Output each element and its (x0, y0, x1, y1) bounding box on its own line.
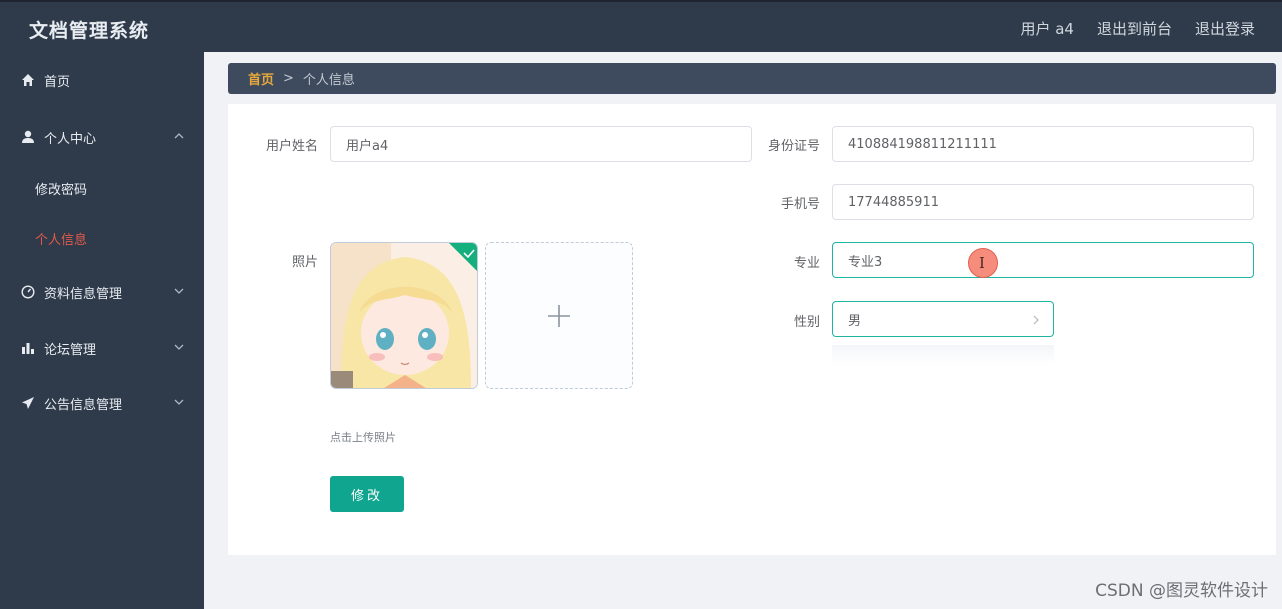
major-label: 专业 (793, 256, 820, 271)
app-title: 文档管理系统 (29, 20, 150, 42)
sidebar-item-label: 个人信息 (35, 232, 88, 248)
major-field[interactable]: 专业3 (832, 242, 1254, 278)
top-bar: 文档管理系统 用户 a4 退出到前台 退出登录 (0, 0, 1282, 52)
breadcrumb: 首页 > 个人信息 (228, 63, 1276, 94)
bar-chart-icon (20, 340, 36, 356)
sidebar-item-personal-info[interactable]: 个人信息 (0, 218, 204, 258)
upload-tip: 点击上传照片 (330, 431, 396, 444)
id-number-label: 身份证号 (767, 139, 820, 154)
gauge-icon (20, 284, 36, 300)
photo-preview[interactable] (330, 242, 478, 389)
sidebar-item-label: 公告信息管理 (44, 397, 123, 413)
phone-field[interactable]: 17744885911 (832, 184, 1254, 220)
dropdown-popup-edge (832, 345, 1054, 365)
back-to-front-link[interactable]: 退出到前台 (1097, 18, 1172, 39)
sidebar-item-home[interactable]: 首页 (0, 60, 204, 100)
breadcrumb-separator: > (283, 71, 294, 86)
sidebar-item-label: 首页 (44, 74, 71, 90)
avatar-image (331, 243, 477, 388)
top-links: 用户 a4 退出到前台 退出登录 (1020, 18, 1255, 39)
name-label: 用户姓名 (265, 139, 318, 154)
breadcrumb-home-link[interactable]: 首页 (248, 69, 274, 88)
chevron-up-icon (174, 133, 184, 139)
sidebar-item-forum-management[interactable]: 论坛管理 (0, 328, 204, 368)
gender-label: 性别 (793, 315, 820, 330)
sidebar-item-document-management[interactable]: 资料信息管理 (0, 272, 204, 312)
sidebar-item-personal-center[interactable]: 个人中心 (0, 117, 204, 157)
photo-label: 照片 (291, 255, 318, 270)
chevron-right-icon (1033, 315, 1039, 325)
submit-button[interactable]: 修改 (330, 476, 404, 512)
gender-select[interactable]: 男 (832, 301, 1054, 337)
breadcrumb-current: 个人信息 (302, 73, 355, 88)
sidebar-item-label: 个人中心 (44, 131, 97, 147)
sidebar-item-change-password[interactable]: 修改密码 (0, 168, 204, 208)
text-cursor-icon: I (979, 254, 985, 272)
sidebar-item-label: 修改密码 (35, 182, 88, 198)
current-user-label[interactable]: 用户 a4 (1020, 18, 1074, 39)
logout-link[interactable]: 退出登录 (1195, 18, 1255, 39)
home-icon (20, 72, 36, 88)
chevron-down-icon (174, 288, 184, 294)
upload-button[interactable] (485, 242, 633, 389)
sidebar: 首页 个人中心 修改密码 个人信息 资料信息管理 论坛管理 公告信息管理 (0, 52, 204, 609)
paper-plane-icon (20, 395, 36, 411)
sidebar-item-label: 资料信息管理 (44, 286, 123, 302)
sidebar-item-label: 论坛管理 (44, 342, 97, 358)
id-number-field[interactable]: 410884198811211111 (832, 126, 1254, 162)
user-icon (20, 129, 36, 145)
watermark: CSDN @图灵软件设计 (1095, 581, 1268, 601)
phone-label: 手机号 (780, 197, 820, 212)
chevron-down-icon (174, 344, 184, 350)
plus-icon (548, 304, 570, 327)
sidebar-item-notice-management[interactable]: 公告信息管理 (0, 383, 204, 423)
chevron-down-icon (174, 399, 184, 405)
gender-selected-value: 男 (848, 313, 862, 329)
name-field[interactable]: 用户a4 (330, 126, 752, 162)
